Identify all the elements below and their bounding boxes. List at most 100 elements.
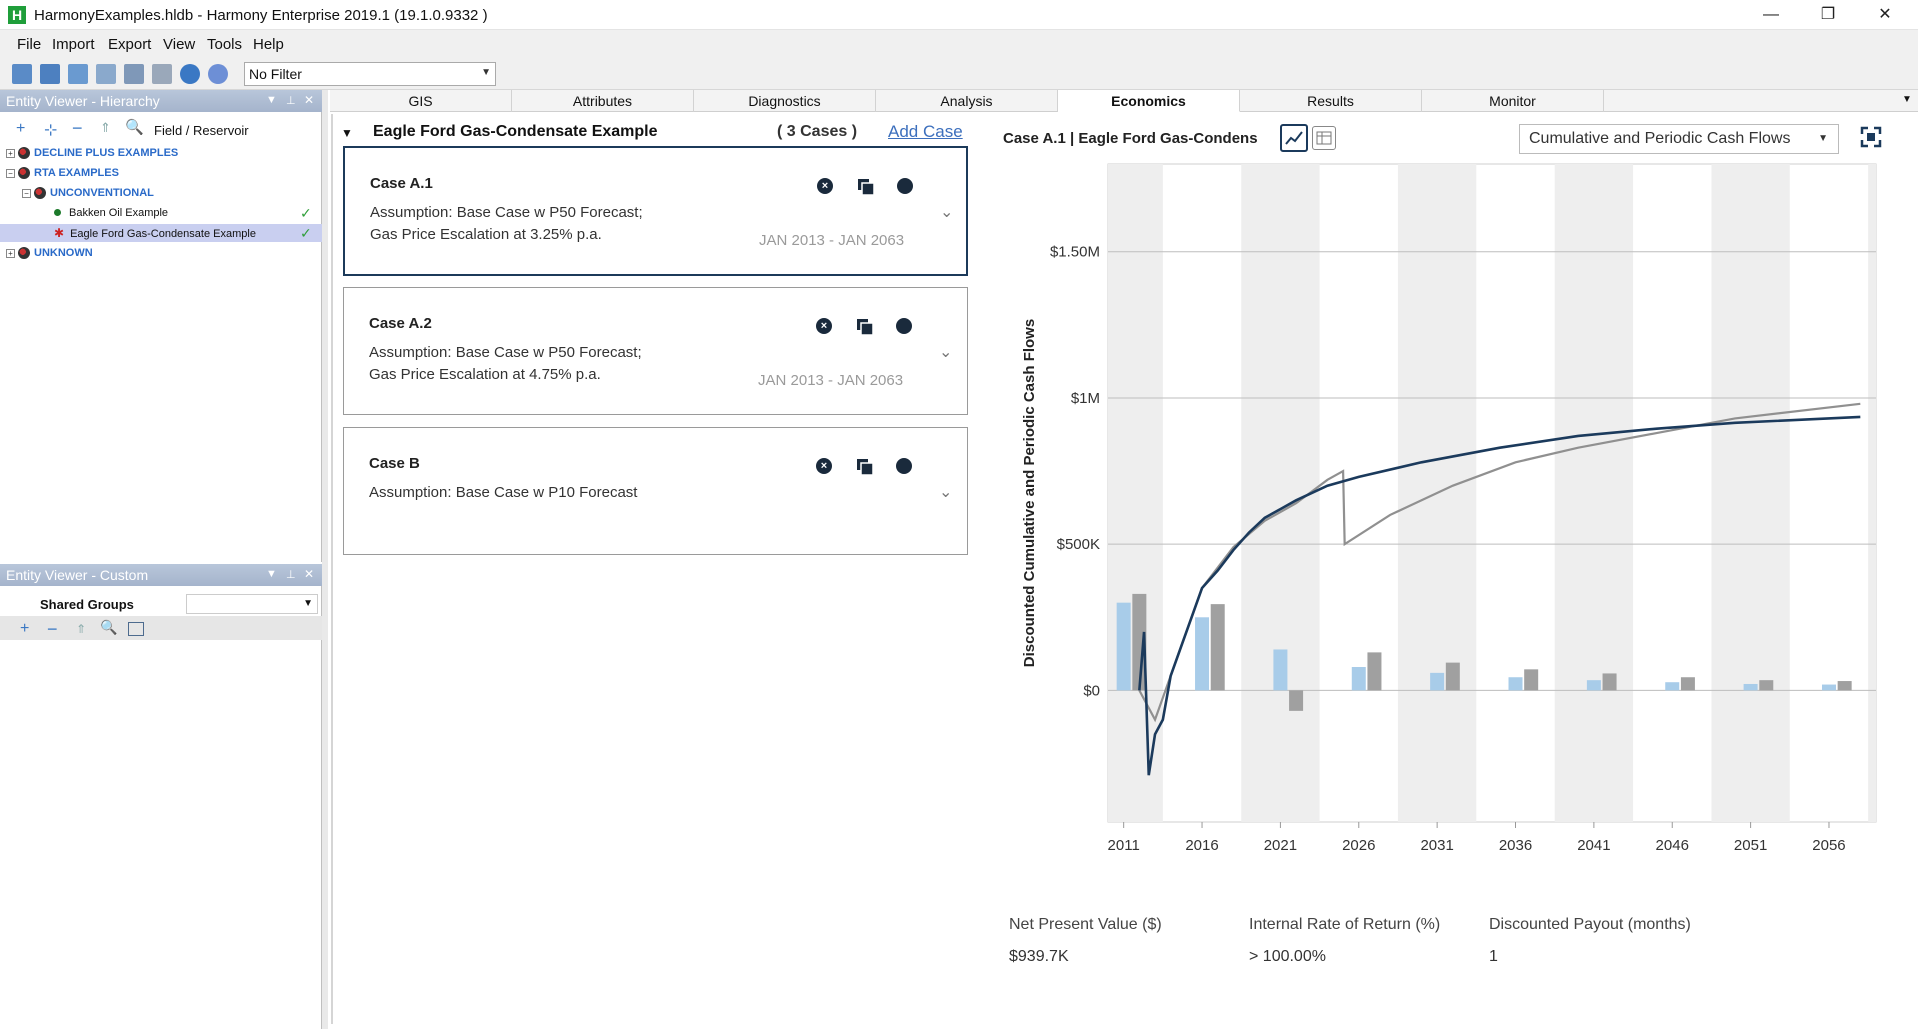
expand-case-icon[interactable]: ⌄ xyxy=(940,202,953,222)
help-icon[interactable] xyxy=(208,64,228,84)
fullscreen-icon[interactable] xyxy=(1860,126,1882,148)
filter-value: No Filter xyxy=(249,66,302,82)
panel-close-icon[interactable]: ✕ xyxy=(304,567,314,581)
tree-item-bakken[interactable]: Bakken Oil Example ✓ xyxy=(54,204,316,222)
search-icon[interactable]: 🔍 xyxy=(125,118,144,136)
menu-view[interactable]: View xyxy=(163,36,195,53)
menu-export[interactable]: Export xyxy=(108,36,151,53)
tab-overflow-icon[interactable]: ▼ xyxy=(1902,94,1912,105)
grid-icon[interactable] xyxy=(128,622,144,636)
y-axis-label: Discounted Cumulative and Periodic Cash … xyxy=(1021,319,1038,667)
bar-series2 xyxy=(1602,673,1617,691)
kpi-payout-value: 1 xyxy=(1489,948,1498,965)
group-select[interactable]: ▼ xyxy=(186,594,318,614)
menu-help[interactable]: Help xyxy=(253,36,284,53)
globe-icon xyxy=(34,187,46,200)
tab-analysis[interactable]: Analysis xyxy=(876,90,1058,112)
report-icon[interactable] xyxy=(124,64,144,84)
up-icon[interactable]: ⇑ xyxy=(76,622,86,636)
y-tick-label: $0 xyxy=(1083,682,1100,699)
tab-results[interactable]: Results xyxy=(1240,90,1422,112)
delete-case-icon[interactable]: × xyxy=(816,318,832,334)
tab-economics[interactable]: Economics xyxy=(1058,90,1240,112)
pin-icon[interactable]: ⊥ xyxy=(286,94,296,107)
pin-icon[interactable]: ⊥ xyxy=(286,568,296,581)
collapse-icon[interactable]: − xyxy=(22,188,31,198)
tree-item-unknown[interactable]: + UNKNOWN xyxy=(6,244,93,262)
add-child-icon[interactable]: ⊹ xyxy=(44,120,57,140)
tree-item-rta[interactable]: − RTA EXAMPLES xyxy=(6,164,119,182)
x-tick-label: 2011 xyxy=(1108,837,1140,854)
menu-import[interactable]: Import xyxy=(52,36,95,53)
kpi-npv-value: $939.7K xyxy=(1009,948,1069,965)
tree-item-eagle-ford[interactable]: ✱ Eagle Ford Gas-Condensate Example ✓ xyxy=(0,224,322,242)
splitter[interactable] xyxy=(322,90,328,1029)
menu-file[interactable]: File xyxy=(17,36,41,53)
bar-series1 xyxy=(1743,683,1758,691)
well-dot-icon xyxy=(54,209,61,216)
close-button[interactable]: ✕ xyxy=(1862,0,1908,30)
menu-tools[interactable]: Tools xyxy=(207,36,242,53)
case-status-dot-icon[interactable] xyxy=(896,458,912,474)
tab-gis[interactable]: GIS xyxy=(330,90,512,112)
collapse-section-icon[interactable]: ▼ xyxy=(341,126,353,140)
panel-dropdown-icon[interactable]: ▼ xyxy=(266,568,277,580)
window-title: HarmonyExamples.hldb - Harmony Enterpris… xyxy=(34,7,488,24)
chart-band xyxy=(1711,164,1790,822)
line-chart-view-icon[interactable] xyxy=(1280,124,1308,152)
tab-shared-groups[interactable]: Shared Groups xyxy=(4,594,186,616)
filter-select[interactable]: No Filter ▼ xyxy=(244,62,496,86)
chart-band xyxy=(1241,164,1320,822)
expand-case-icon[interactable]: ⌄ xyxy=(939,482,952,502)
table-icon[interactable] xyxy=(96,64,116,84)
bar-series1 xyxy=(1273,649,1288,691)
minimize-button[interactable]: — xyxy=(1748,0,1794,30)
panel-close-icon[interactable]: ✕ xyxy=(304,93,314,107)
delete-case-icon[interactable]: × xyxy=(817,178,833,194)
expand-icon[interactable]: + xyxy=(6,248,15,258)
copy-case-icon[interactable] xyxy=(857,178,875,196)
tree-item-decline-plus[interactable]: + DECLINE PLUS EXAMPLES xyxy=(6,144,178,162)
tab-monitor[interactable]: Monitor xyxy=(1422,90,1604,112)
remove-icon[interactable]: − xyxy=(47,619,58,640)
panel-dropdown-icon[interactable]: ▼ xyxy=(266,94,277,106)
bar-series1 xyxy=(1508,677,1523,691)
table-view-icon[interactable] xyxy=(1312,126,1336,150)
copy-case-icon[interactable] xyxy=(856,318,874,336)
remove-icon[interactable]: − xyxy=(72,118,83,139)
tree-item-unconventional[interactable]: − UNCONVENTIONAL xyxy=(22,184,154,202)
add-icon[interactable]: + xyxy=(16,120,25,138)
case-card-b[interactable]: Case B Assumption: Base Case w P10 Forec… xyxy=(343,427,968,555)
copy-case-icon[interactable] xyxy=(856,458,874,476)
bar-series2 xyxy=(1680,677,1695,691)
delete-case-icon[interactable]: × xyxy=(816,458,832,474)
case-desc-line1: Assumption: Base Case w P50 Forecast; xyxy=(369,344,642,361)
case-name: Case B xyxy=(369,455,420,472)
case-status-dot-icon[interactable] xyxy=(896,318,912,334)
search-icon[interactable]: 🔍 xyxy=(100,619,117,636)
sync-icon[interactable] xyxy=(180,64,200,84)
up-icon[interactable]: ⇑ xyxy=(100,120,111,136)
open-icon[interactable] xyxy=(40,64,60,84)
bar-series2 xyxy=(1837,681,1852,691)
case-status-dot-icon[interactable] xyxy=(897,178,913,194)
restore-button[interactable]: ❐ xyxy=(1805,0,1851,30)
x-tick-label: 2036 xyxy=(1499,837,1532,854)
expand-icon[interactable]: + xyxy=(6,148,15,158)
bar-series1 xyxy=(1430,672,1445,691)
new-icon[interactable] xyxy=(12,64,32,84)
case-card-a2[interactable]: Case A.2 Assumption: Base Case w P50 For… xyxy=(343,287,968,415)
custom-panel: Entity Viewer - Custom ▼ ⊥ ✕ Shared Grou… xyxy=(0,564,322,1029)
add-case-link[interactable]: Add Case xyxy=(888,122,963,142)
expand-case-icon[interactable]: ⌄ xyxy=(939,342,952,362)
collapse-icon[interactable]: − xyxy=(6,168,15,178)
case-card-a1[interactable]: Case A.1 Assumption: Base Case w P50 For… xyxy=(343,146,968,276)
tab-attributes[interactable]: Attributes xyxy=(512,90,694,112)
settings-icon[interactable] xyxy=(68,64,88,84)
kpi-irr-value: > 100.00% xyxy=(1249,948,1326,965)
add-icon[interactable]: + xyxy=(20,620,29,638)
document-icon[interactable] xyxy=(152,64,172,84)
tab-diagnostics[interactable]: Diagnostics xyxy=(694,90,876,112)
x-tick-label: 2031 xyxy=(1420,837,1453,854)
bar-series2 xyxy=(1210,604,1225,691)
